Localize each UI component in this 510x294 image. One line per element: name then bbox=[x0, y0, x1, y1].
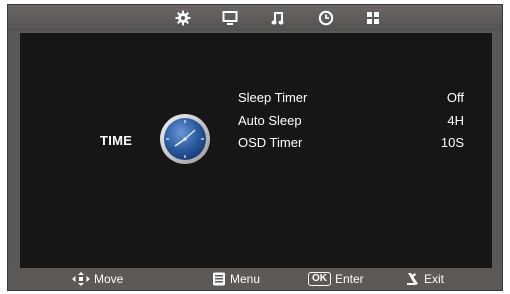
hint-move-label: Move bbox=[94, 272, 124, 286]
tab-picture[interactable] bbox=[220, 8, 240, 28]
hint-enter-label: Enter bbox=[335, 272, 364, 286]
menu-item-value: Off bbox=[446, 90, 464, 105]
section-title: TIME bbox=[100, 133, 133, 148]
music-note-icon bbox=[271, 12, 284, 25]
tab-time[interactable] bbox=[316, 8, 336, 28]
hint-exit-label: Exit bbox=[424, 272, 445, 286]
hint-move: Move bbox=[72, 271, 123, 287]
menu-item-label: Sleep Timer bbox=[238, 90, 308, 105]
monitor-icon bbox=[222, 11, 238, 25]
exit-icon bbox=[407, 273, 418, 285]
hint-menu: Menu bbox=[212, 271, 260, 287]
tab-setup[interactable] bbox=[173, 8, 193, 28]
osd-window: TIME Sleep Timer Off Auto Sleep 4H OSD T… bbox=[7, 4, 503, 291]
menu-tab-bar bbox=[8, 5, 502, 31]
menu-item-osd-timer[interactable]: OSD Timer 10S bbox=[238, 135, 478, 153]
tab-option[interactable] bbox=[363, 8, 383, 28]
hint-menu-label: Menu bbox=[230, 272, 261, 286]
menu-item-label: OSD Timer bbox=[238, 135, 303, 150]
menu-item-value: 4H bbox=[447, 113, 464, 128]
menu-item-auto-sleep[interactable]: Auto Sleep 4H bbox=[238, 113, 478, 131]
menu-item-value: 10S bbox=[440, 135, 464, 150]
menu-content: TIME Sleep Timer Off Auto Sleep 4H OSD T… bbox=[20, 33, 492, 269]
clock-icon bbox=[318, 10, 334, 26]
key-hint-bar: Move Menu OK Enter Exit bbox=[8, 268, 502, 290]
ok-key-icon: OK bbox=[308, 272, 331, 286]
grid-icon bbox=[367, 12, 379, 24]
menu-item-sleep-timer[interactable]: Sleep Timer Off bbox=[238, 90, 478, 108]
clock-icon bbox=[160, 114, 210, 164]
hint-enter: OK Enter bbox=[308, 271, 364, 287]
gear-icon bbox=[175, 10, 191, 26]
menu-item-label: Auto Sleep bbox=[238, 113, 302, 128]
tab-sound[interactable] bbox=[268, 8, 288, 28]
menu-icon bbox=[213, 272, 225, 286]
arrows-icon bbox=[72, 272, 90, 286]
hint-exit: Exit bbox=[406, 271, 444, 287]
